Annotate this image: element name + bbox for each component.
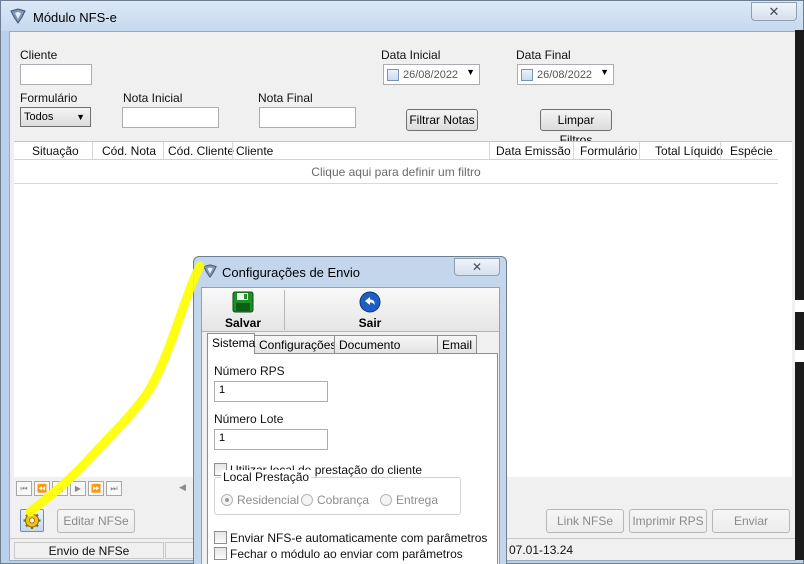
col-especie[interactable]: Espécie (730, 144, 773, 158)
column-divider (720, 142, 721, 160)
data-inicial-picker[interactable]: 26/08/2022 ▼ (383, 64, 480, 85)
filtrar-notas-button[interactable]: Filtrar Notas (406, 109, 478, 131)
local-prestacao-title: Local Prestação (221, 470, 312, 484)
desktop-fragment (795, 350, 804, 362)
desktop-background (795, 30, 804, 560)
numero-rps-label: Número RPS (214, 364, 285, 378)
grid-header: Situação Cód. Nota Cód. Cliente Cliente … (14, 142, 778, 160)
tab-page-sistema: Número RPS 1 Número Lote 1 Utilizar loca… (207, 353, 498, 564)
nota-final-input[interactable] (259, 107, 356, 128)
link-nfse-button[interactable]: Link NFSe (546, 509, 624, 533)
column-divider (232, 142, 233, 160)
formulario-label: Formulário (20, 91, 78, 105)
tab-email[interactable]: Email (437, 335, 477, 353)
title-bar: Módulo NFS-e ✕ (1, 1, 803, 31)
editar-nfse-button[interactable]: Editar NFSe (57, 509, 135, 533)
column-divider (573, 142, 574, 160)
formulario-select[interactable]: Todos ▼ (20, 107, 91, 127)
column-divider (92, 142, 93, 160)
dialog-toolbar: Salvar Sair (202, 288, 499, 332)
dialog-close-button[interactable]: ✕ (454, 258, 500, 276)
data-final-value: 26/08/2022 (537, 69, 593, 81)
dialog-title: Configurações de Envio (222, 265, 361, 280)
numero-lote-input[interactable]: 1 (214, 429, 328, 450)
radio-dot (221, 494, 233, 506)
col-formulario[interactable]: Formulário (580, 144, 637, 158)
col-data-emissao[interactable]: Data Emissão (496, 144, 571, 158)
sair-button[interactable]: Sair (330, 290, 410, 330)
tab-documento-auxiliar[interactable]: Documento Auxiliar (334, 335, 438, 366)
window-close-button[interactable]: ✕ (751, 2, 797, 21)
data-final-label: Data Final (516, 48, 571, 62)
nav-prev-icon[interactable]: ◀ (52, 481, 68, 496)
chevron-down-icon: ▼ (466, 67, 475, 77)
data-inicial-checkbox[interactable] (387, 69, 399, 81)
enviar-auto-checkbox[interactable] (214, 531, 227, 544)
scroll-left-icon[interactable]: ◀ (179, 482, 186, 493)
nav-first-icon[interactable]: ⏮ (16, 481, 32, 496)
status-cell-empty (165, 542, 195, 559)
data-inicial-label: Data Inicial (381, 48, 441, 62)
nota-inicial-label: Nota Inicial (123, 91, 183, 105)
nav-next-icon[interactable]: ▶ (70, 481, 86, 496)
nav-prev-page-icon[interactable]: ⏪ (34, 481, 50, 496)
nota-inicial-input[interactable] (122, 107, 219, 128)
status-module: Envio de NFSe (14, 542, 164, 559)
floppy-disk-icon (232, 291, 254, 313)
imprimir-rps-button[interactable]: Imprimir RPS (629, 509, 707, 533)
data-final-checkbox[interactable] (521, 69, 533, 81)
limpar-filtros-button[interactable]: Limpar Filtros (540, 109, 612, 147)
col-cod-nota[interactable]: Cód. Nota (102, 144, 156, 158)
column-divider (489, 142, 490, 160)
enviar-auto-label: Enviar NFS-e automaticamente com parâmet… (230, 531, 488, 545)
radio-dot (380, 494, 392, 506)
configuracoes-envio-dialog: Configurações de Envio ✕ Salvar Sair Sis… (193, 256, 507, 564)
gear-icon (23, 512, 41, 529)
grid-filter-row[interactable]: Clique aqui para definir um filtro (14, 161, 778, 184)
fechar-modulo-checkbox[interactable] (214, 547, 227, 560)
col-cod-cliente[interactable]: Cód. Cliente (168, 144, 234, 158)
window-title: Módulo NFS-e (33, 10, 117, 25)
col-cliente[interactable]: Cliente (236, 144, 273, 158)
radio-residencial-label: Residencial (237, 493, 300, 507)
sair-label: Sair (358, 316, 382, 330)
app-logo-icon (10, 8, 26, 24)
status-version: 07.01-13.24 (509, 543, 574, 557)
tab-sistema[interactable]: Sistema (207, 333, 255, 354)
local-prestacao-group: Local Prestação Residencial Cobrança Ent… (214, 470, 461, 515)
enviar-button[interactable]: Enviar (712, 509, 790, 533)
nav-last-icon[interactable]: ⏭ (106, 481, 122, 496)
cliente-input[interactable] (20, 64, 92, 85)
app-logo-icon (203, 264, 217, 279)
exit-arrow-icon (359, 291, 381, 313)
radio-cobranca-label: Cobrança (317, 493, 370, 507)
col-situacao[interactable]: Situação (32, 144, 79, 158)
fechar-modulo-label: Fechar o módulo ao enviar com parâmetros (230, 547, 463, 561)
column-divider (163, 142, 164, 160)
desktop-fragment (795, 300, 804, 312)
dialog-body: Salvar Sair Sistema Configurações Docume… (201, 287, 500, 564)
column-divider (639, 142, 640, 160)
toolbar-divider (284, 290, 285, 330)
formulario-selected: Todos (24, 111, 54, 123)
col-total-liquido[interactable]: Total Líquido (655, 144, 723, 158)
chevron-down-icon: ▼ (76, 112, 85, 122)
tab-configuracoes[interactable]: Configurações (254, 335, 336, 353)
configuracoes-envio-button[interactable] (20, 509, 44, 532)
nota-final-label: Nota Final (258, 91, 313, 105)
radio-dot (301, 494, 313, 506)
data-final-picker[interactable]: 26/08/2022 ▼ (517, 64, 614, 85)
chevron-down-icon: ▼ (600, 67, 609, 77)
data-inicial-value: 26/08/2022 (403, 69, 459, 81)
radio-entrega-label: Entrega (396, 493, 439, 507)
nav-next-page-icon[interactable]: ⏩ (88, 481, 104, 496)
numero-lote-label: Número Lote (214, 412, 284, 426)
salvar-label: Salvar (224, 316, 262, 330)
salvar-button[interactable]: Salvar (204, 290, 282, 330)
cliente-label: Cliente (20, 48, 58, 62)
numero-rps-input[interactable]: 1 (214, 381, 328, 402)
